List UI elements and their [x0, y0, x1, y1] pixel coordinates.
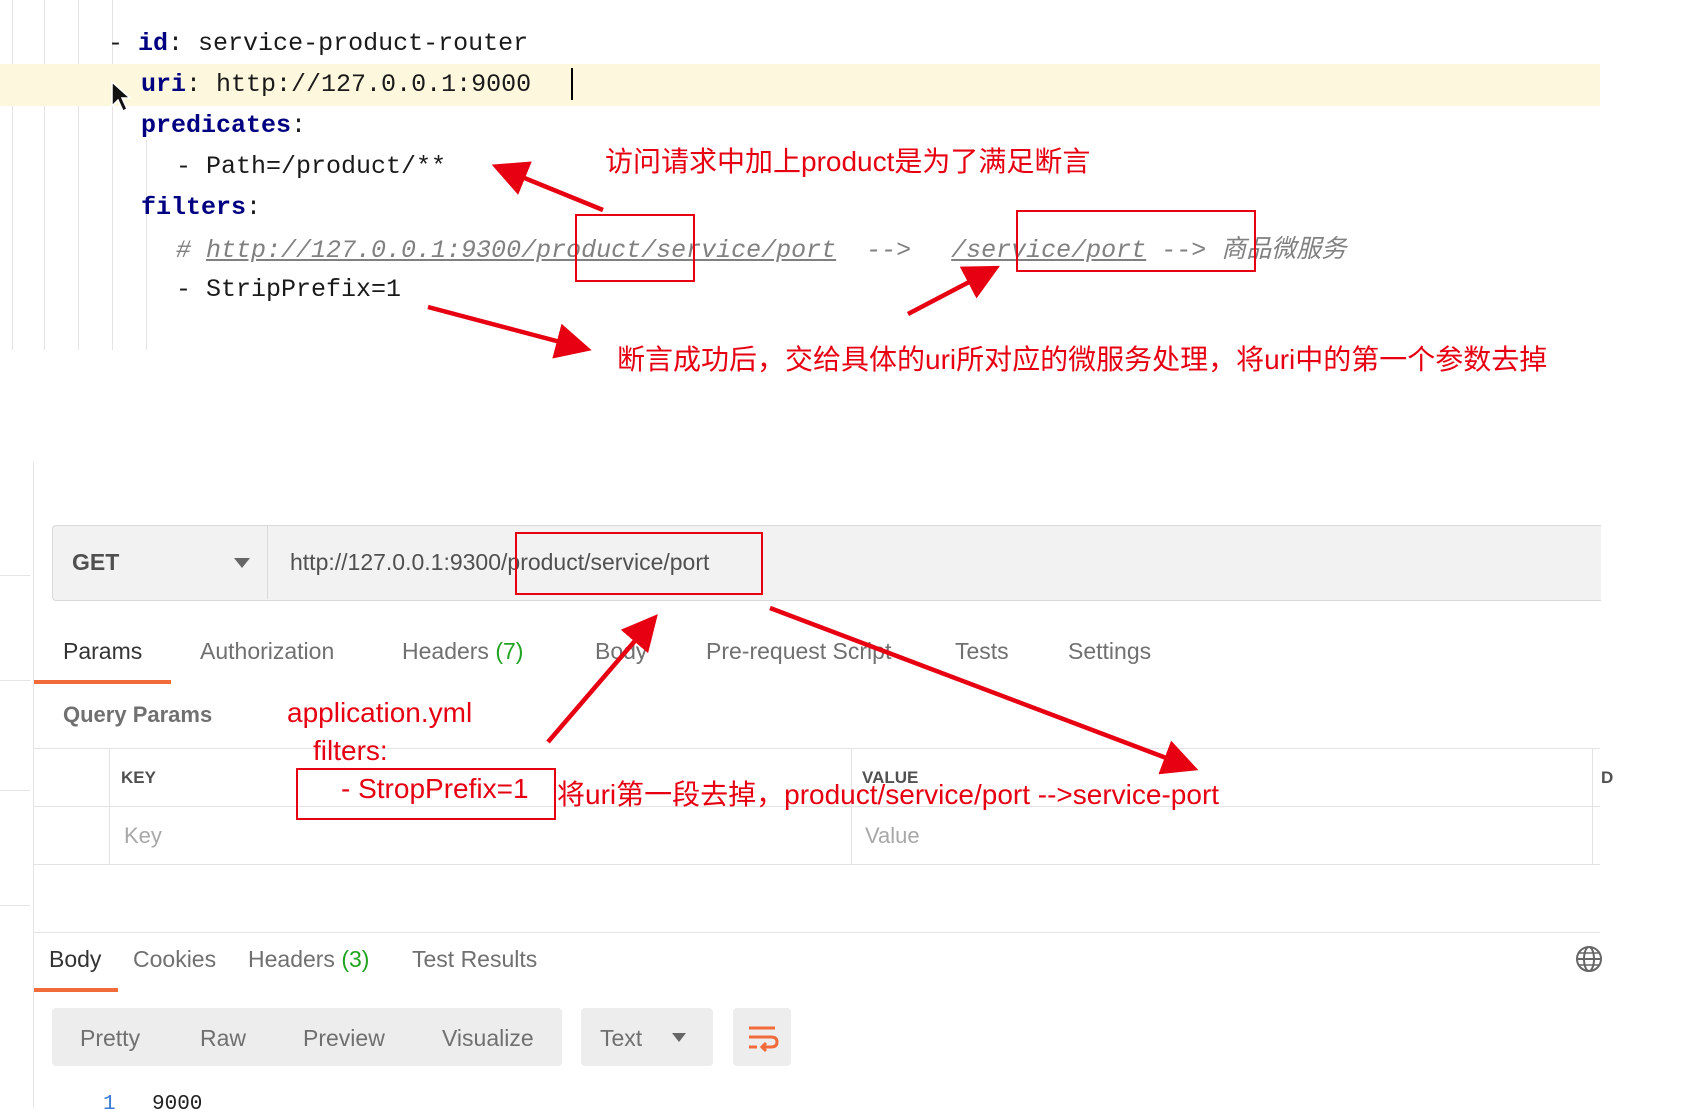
key-input[interactable]: Key [124, 823, 162, 849]
annotation-predicate-note: 访问请求中加上product是为了满足断言 [605, 146, 1091, 177]
chevron-down-icon [672, 1033, 686, 1042]
column-header-key: KEY [121, 768, 156, 787]
annotation-stropprefix: - StropPrefix=1 [341, 773, 529, 804]
wrap-lines-button[interactable] [733, 1008, 791, 1066]
response-body-value: 9000 [152, 1093, 203, 1116]
indent-guide [146, 140, 147, 350]
indent-guide [44, 0, 45, 350]
annotation-filters: filters: [313, 735, 388, 766]
annotation-application-yml: application.yml [287, 697, 473, 728]
tab-body[interactable]: Body [595, 638, 647, 665]
indent-guide [12, 0, 13, 350]
tab-pre-request-script[interactable]: Pre-request Script [706, 638, 891, 665]
format-raw-button[interactable]: Raw [200, 1025, 246, 1052]
table-border [34, 864, 1600, 865]
code-line-predicates: predicates: [141, 111, 307, 140]
section-divider [34, 932, 1600, 933]
response-tab-cookies[interactable]: Cookies [133, 946, 216, 973]
wrap-lines-icon [749, 1026, 779, 1053]
text-mode-label: Text [600, 1025, 643, 1051]
table-border [34, 748, 1600, 749]
tab-params[interactable]: Params [63, 638, 142, 665]
request-bar [52, 525, 1601, 601]
mouse-pointer-icon [111, 80, 132, 113]
format-preview-button[interactable]: Preview [303, 1025, 385, 1052]
code-line-stripprefix: - StripPrefix=1 [176, 275, 402, 304]
method-label: GET [72, 549, 120, 575]
active-response-tab-indicator [34, 988, 118, 992]
active-tab-indicator [34, 680, 171, 684]
divider [0, 575, 30, 576]
table-border [109, 748, 110, 864]
highlight-url-path [515, 532, 763, 595]
highlight-service-port [1016, 210, 1256, 272]
code-line-filters: filters: [141, 193, 262, 222]
response-tab-test-results[interactable]: Test Results [412, 946, 537, 973]
divider [0, 680, 30, 681]
response-line-number: 1 [103, 1093, 116, 1116]
value-input[interactable]: Value [865, 823, 920, 849]
tab-tests[interactable]: Tests [955, 638, 1009, 665]
annotation-stropprefix-description: 将uri第一段去掉，product/service/port -->servic… [557, 779, 1220, 810]
tab-authorization[interactable]: Authorization [200, 638, 334, 665]
indent-guide [78, 0, 79, 350]
highlight-product-segment [575, 214, 695, 282]
text-caret [571, 68, 573, 100]
chevron-down-icon [234, 558, 250, 568]
code-line-uri: uri: http://127.0.0.1:9000 [141, 70, 532, 99]
column-header-description: D [1601, 768, 1614, 787]
response-tab-body[interactable]: Body [49, 946, 101, 973]
response-tab-headers[interactable]: Headers (3) [248, 946, 369, 973]
query-params-label: Query Params [63, 702, 213, 727]
panel-divider [33, 462, 34, 1108]
table-border [1592, 748, 1593, 864]
divider [0, 790, 30, 791]
code-line-path: - Path=/product/** [176, 152, 447, 181]
format-visualize-button[interactable]: Visualize [442, 1025, 534, 1052]
format-pretty-button[interactable]: Pretty [80, 1025, 140, 1052]
annotation-stripprefix-note: 断言成功后，交给具体的uri所对应的微服务处理，将uri中的第一个参数去掉 [617, 344, 1548, 375]
code-line-id: - id: service-product-router [108, 29, 529, 58]
tab-headers[interactable]: Headers (7) [402, 638, 523, 665]
globe-icon[interactable] [1575, 945, 1603, 973]
divider [0, 905, 30, 906]
tab-settings[interactable]: Settings [1068, 638, 1151, 665]
